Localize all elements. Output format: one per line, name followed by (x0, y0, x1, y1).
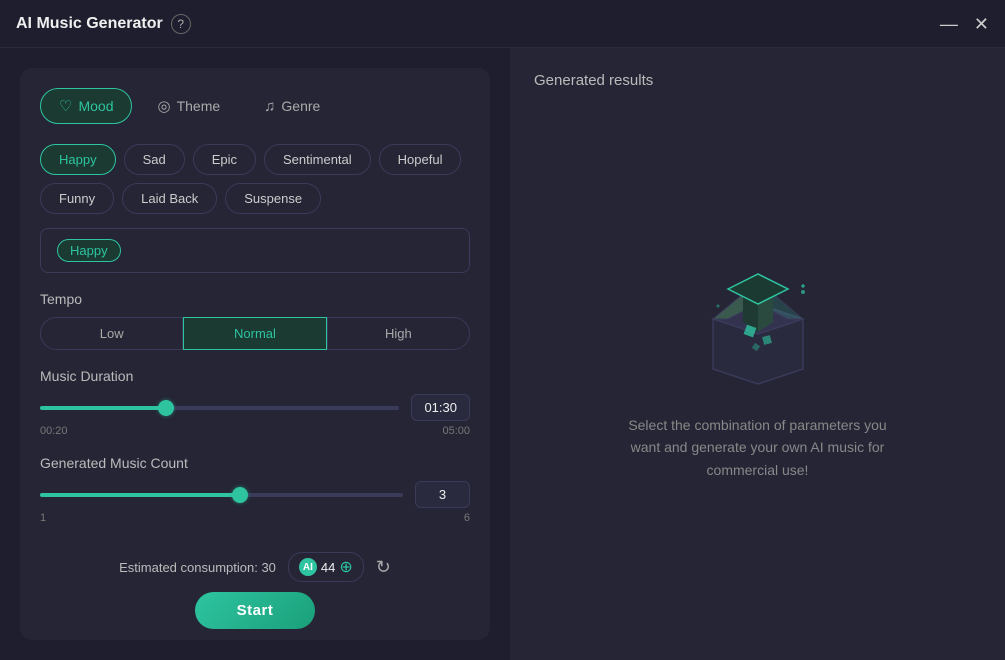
tempo-normal[interactable]: Normal (183, 317, 326, 350)
add-credits-icon[interactable]: ⊕ (339, 557, 352, 577)
tempo-label: Tempo (40, 291, 470, 307)
music-count-track (40, 493, 403, 497)
mood-laid-back[interactable]: Laid Back (122, 183, 217, 214)
music-count-label: Generated Music Count (40, 455, 470, 471)
music-duration-min: 00:20 (40, 425, 68, 437)
close-button[interactable]: ✕ (974, 15, 989, 33)
music-duration-section: Music Duration 01:30 00:20 05:00 (40, 368, 470, 437)
mood-icon: ♡ (59, 97, 72, 115)
mood-happy[interactable]: Happy (40, 144, 116, 175)
mood-sentimental[interactable]: Sentimental (264, 144, 371, 175)
tab-genre[interactable]: ♫ Genre (245, 88, 339, 124)
music-duration-thumb[interactable] (158, 400, 174, 416)
help-button[interactable]: ? (171, 14, 191, 34)
music-count-fill (40, 493, 240, 497)
results-illustration: Select the combination of parameters you… (534, 109, 981, 636)
bottom-controls: Estimated consumption: 30 AI 44 ⊕ ↻ (40, 542, 470, 582)
tempo-low[interactable]: Low (40, 317, 183, 350)
results-empty-text: Select the combination of parameters you… (618, 414, 898, 481)
music-duration-max: 05:00 (442, 425, 470, 437)
start-button[interactable]: Start (195, 592, 315, 629)
panel-content: ♡ Mood ◎ Theme ♫ Genre Happy Sad Epic Se… (20, 68, 490, 640)
music-duration-track (40, 406, 399, 410)
titlebar: AI Music Generator ? — ✕ (0, 0, 1005, 48)
music-duration-fill (40, 406, 166, 410)
window-controls: — ✕ (940, 15, 989, 33)
music-duration-labels: 00:20 05:00 (40, 425, 470, 437)
app-title: AI Music Generator (16, 15, 163, 33)
mood-epic[interactable]: Epic (193, 144, 256, 175)
theme-icon: ◎ (157, 97, 170, 115)
credit-badge: AI 44 ⊕ (288, 552, 364, 582)
genre-icon: ♫ (264, 98, 275, 115)
selected-mood-display: Happy (40, 228, 470, 273)
mood-hopeful[interactable]: Hopeful (379, 144, 462, 175)
tempo-high[interactable]: High (327, 317, 470, 350)
tab-mood-label: Mood (78, 98, 113, 114)
main-layout: ♡ Mood ◎ Theme ♫ Genre Happy Sad Epic Se… (0, 48, 1005, 660)
tab-genre-label: Genre (281, 98, 320, 114)
credit-icon: AI (299, 558, 317, 576)
music-count-labels: 1 6 (40, 512, 470, 524)
box-illustration (693, 264, 823, 394)
music-count-row: 3 (40, 481, 470, 508)
music-count-value: 3 (415, 481, 470, 508)
tab-bar: ♡ Mood ◎ Theme ♫ Genre (40, 88, 470, 124)
tab-mood[interactable]: ♡ Mood (40, 88, 132, 124)
mood-options: Happy Sad Epic Sentimental Hopeful Funny… (40, 144, 470, 214)
tab-theme[interactable]: ◎ Theme (138, 88, 239, 124)
credit-count: 44 (321, 560, 335, 575)
titlebar-left: AI Music Generator ? (16, 14, 191, 34)
music-count-max: 6 (464, 512, 470, 524)
music-count-thumb[interactable] (232, 487, 248, 503)
music-duration-row: 01:30 (40, 394, 470, 421)
tempo-options: Low Normal High (40, 317, 470, 350)
consumption-text: Estimated consumption: 30 (119, 560, 276, 575)
mood-sad[interactable]: Sad (124, 144, 185, 175)
selected-mood-tag: Happy (57, 239, 121, 262)
music-duration-track-container[interactable] (40, 398, 399, 418)
mood-suspense[interactable]: Suspense (225, 183, 321, 214)
music-count-min: 1 (40, 512, 46, 524)
left-panel: ♡ Mood ◎ Theme ♫ Genre Happy Sad Epic Se… (0, 48, 510, 660)
mood-funny[interactable]: Funny (40, 183, 114, 214)
right-panel: Generated results (510, 48, 1005, 660)
music-count-track-container[interactable] (40, 485, 403, 505)
refresh-button[interactable]: ↻ (376, 557, 391, 578)
music-duration-label: Music Duration (40, 368, 470, 384)
tab-theme-label: Theme (177, 98, 221, 114)
music-count-section: Generated Music Count 3 1 6 (40, 455, 470, 524)
music-duration-value: 01:30 (411, 394, 470, 421)
results-title: Generated results (534, 72, 981, 89)
minimize-button[interactable]: — (940, 15, 958, 33)
